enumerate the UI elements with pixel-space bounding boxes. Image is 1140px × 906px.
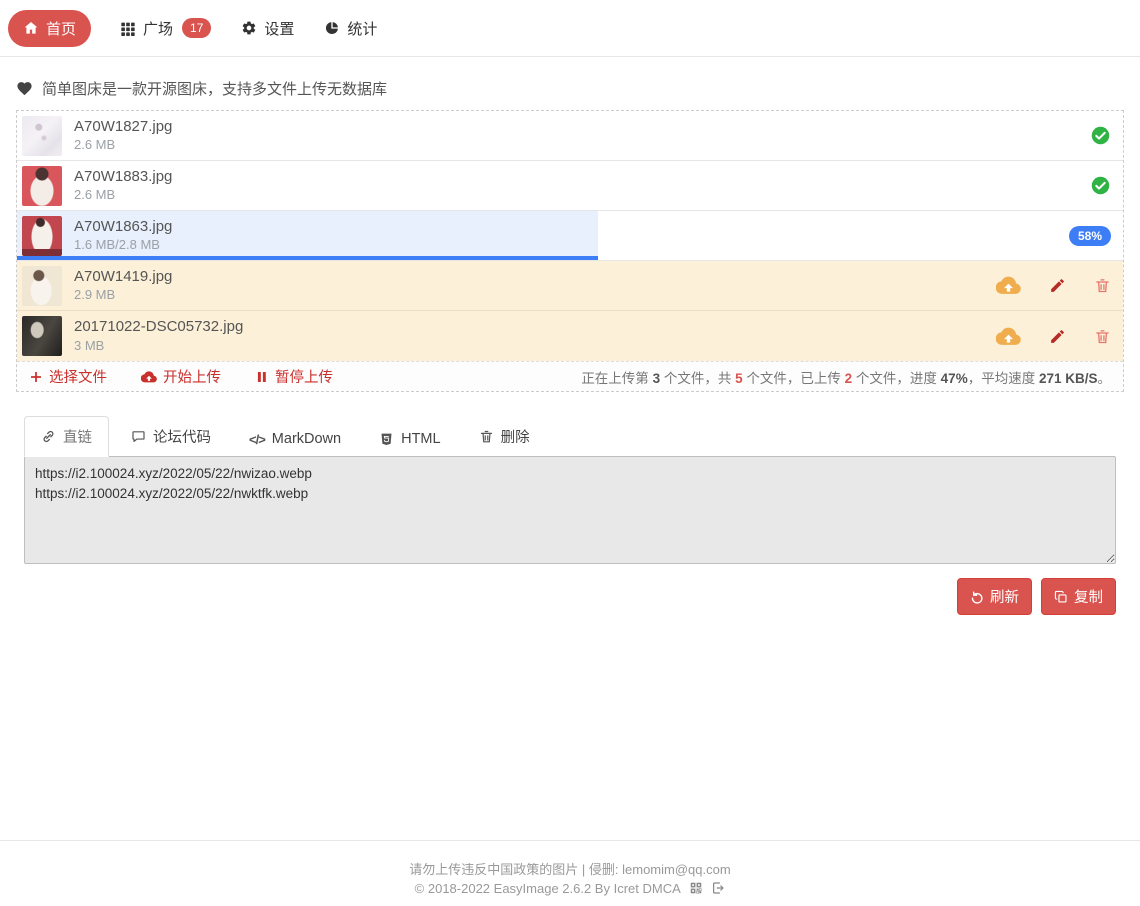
- file-thumbnail: [22, 216, 62, 256]
- footer-copyright-text: © 2018-2022 EasyImage 2.6.2 By Icret DMC…: [415, 881, 680, 896]
- upload-file-icon[interactable]: [996, 273, 1021, 298]
- file-thumbnail: [22, 266, 62, 306]
- output-section: 直链 论坛代码 </> MarkDown HTML: [24, 416, 1116, 615]
- tab-delete[interactable]: 删除: [463, 417, 546, 456]
- start-upload-button[interactable]: 开始上传: [141, 366, 221, 387]
- html5-icon: [379, 432, 394, 447]
- grid-icon: [120, 20, 136, 36]
- file-name: A70W1827.jpg: [74, 117, 172, 137]
- file-size: 3 MB: [74, 338, 243, 355]
- gear-icon: [241, 20, 257, 36]
- total-files-number: 5: [735, 371, 743, 386]
- nav-item-home[interactable]: 首页: [8, 10, 91, 47]
- file-size: 2.6 MB: [74, 187, 172, 204]
- progress-percent-badge: 58%: [1069, 226, 1111, 246]
- page: 首页 广场 17 设置 统计 简单图床是一款开源图床，支持多文件上传无数据库: [0, 0, 1140, 906]
- tagline-text: 简单图床是一款开源图床，支持多文件上传无数据库: [42, 78, 387, 99]
- select-files-label: 选择文件: [49, 366, 107, 387]
- nav-item-label: 设置: [264, 18, 294, 39]
- refresh-button[interactable]: 刷新: [957, 578, 1032, 615]
- home-icon: [23, 20, 39, 36]
- tab-label: MarkDown: [272, 431, 341, 447]
- edit-file-icon[interactable]: [1049, 328, 1066, 345]
- links-textarea[interactable]: https://i2.100024.xyz/2022/05/22/nwizao.…: [24, 456, 1116, 564]
- code-icon: </>: [249, 432, 265, 447]
- pause-icon: [255, 370, 269, 384]
- link-icon: [41, 429, 56, 444]
- file-name: 20171022-DSC05732.jpg: [74, 317, 243, 337]
- file-row-uploaded: A70W1883.jpg 2.6 MB: [17, 161, 1123, 211]
- file-name: A70W1419.jpg: [74, 267, 172, 287]
- check-circle-icon: [1090, 175, 1111, 196]
- file-thumbnail: [22, 166, 62, 206]
- current-file-number: 3: [653, 371, 661, 386]
- tab-forum-code[interactable]: 论坛代码: [115, 417, 227, 456]
- qr-code-icon[interactable]: [689, 881, 703, 895]
- tagline: 简单图床是一款开源图床，支持多文件上传无数据库: [16, 78, 1124, 99]
- delete-file-icon[interactable]: [1094, 328, 1111, 345]
- pie-chart-icon: [324, 20, 340, 36]
- upload-dropzone[interactable]: A70W1827.jpg 2.6 MB A70W1883.jpg 2.6 MB: [16, 110, 1124, 392]
- comment-icon: [131, 429, 146, 444]
- tab-direct-link[interactable]: 直链: [24, 416, 109, 457]
- file-size: 2.9 MB: [74, 287, 172, 304]
- edit-file-icon[interactable]: [1049, 277, 1066, 294]
- nav-item-stats[interactable]: 统计: [309, 10, 392, 47]
- footer-copyright-line: © 2018-2022 EasyImage 2.6.2 By Icret DMC…: [0, 879, 1140, 898]
- trash-icon: [479, 429, 494, 444]
- tab-label: 删除: [501, 426, 530, 447]
- file-row-uploaded: A70W1827.jpg 2.6 MB: [17, 111, 1123, 161]
- logout-icon[interactable]: [711, 881, 725, 895]
- start-upload-label: 开始上传: [163, 366, 221, 387]
- nav-item-label: 统计: [347, 18, 377, 39]
- average-speed: 271 KB/S: [1039, 371, 1098, 386]
- cloud-upload-icon: [141, 369, 157, 385]
- check-circle-icon: [1090, 125, 1111, 146]
- copy-icon: [1054, 590, 1068, 604]
- plaza-count-badge: 17: [182, 18, 211, 38]
- delete-file-icon[interactable]: [1094, 277, 1111, 294]
- pause-upload-button[interactable]: 暂停上传: [255, 366, 333, 387]
- refresh-label: 刷新: [990, 586, 1019, 607]
- file-name: A70W1863.jpg: [74, 217, 172, 237]
- output-tabs: 直链 论坛代码 </> MarkDown HTML: [24, 416, 1116, 456]
- pause-upload-label: 暂停上传: [275, 366, 333, 387]
- refresh-icon: [970, 590, 984, 604]
- file-row-queued: A70W1419.jpg 2.9 MB: [17, 261, 1123, 311]
- copy-label: 复制: [1074, 586, 1103, 607]
- file-row-uploading: A70W1863.jpg 1.6 MB/2.8 MB 58%: [17, 211, 1123, 261]
- tab-label: HTML: [401, 431, 440, 447]
- nav-item-label: 广场: [143, 18, 173, 39]
- tab-label: 论坛代码: [153, 426, 211, 447]
- overall-progress-percent: 47%: [941, 371, 968, 386]
- nav-item-settings[interactable]: 设置: [226, 10, 309, 47]
- file-thumbnail: [22, 116, 62, 156]
- select-files-button[interactable]: 选择文件: [29, 366, 107, 387]
- upload-toolbar: 选择文件 开始上传 暂停上传 正在上传第 3 个文件，共 5 个文件，已上传 2…: [17, 361, 1123, 391]
- footer-policy-line: 请勿上传违反中国政策的图片 | 侵删: lemomim@qq.com: [0, 860, 1140, 879]
- nav-item-label: 首页: [46, 18, 76, 39]
- tab-markdown[interactable]: </> MarkDown: [233, 422, 357, 456]
- top-nav: 首页 广场 17 设置 统计: [0, 0, 1140, 57]
- file-row-queued: 20171022-DSC05732.jpg 3 MB: [17, 311, 1123, 361]
- file-thumbnail: [22, 316, 62, 356]
- nav-item-plaza[interactable]: 广场 17: [105, 10, 226, 47]
- file-name: A70W1883.jpg: [74, 167, 172, 187]
- file-size: 2.6 MB: [74, 137, 172, 154]
- upload-status-text: 正在上传第 3 个文件，共 5 个文件，已上传 2 个文件，进度 47%，平均速…: [581, 367, 1111, 387]
- copy-button[interactable]: 复制: [1041, 578, 1116, 615]
- heart-icon: [16, 80, 33, 97]
- file-size: 1.6 MB/2.8 MB: [74, 237, 172, 254]
- output-actions: 刷新 复制: [24, 578, 1116, 615]
- tab-html[interactable]: HTML: [363, 422, 456, 456]
- footer: 请勿上传违反中国政策的图片 | 侵删: lemomim@qq.com © 201…: [0, 840, 1140, 906]
- plus-icon: [29, 370, 43, 384]
- upload-file-icon[interactable]: [996, 324, 1021, 349]
- tab-label: 直链: [63, 426, 92, 447]
